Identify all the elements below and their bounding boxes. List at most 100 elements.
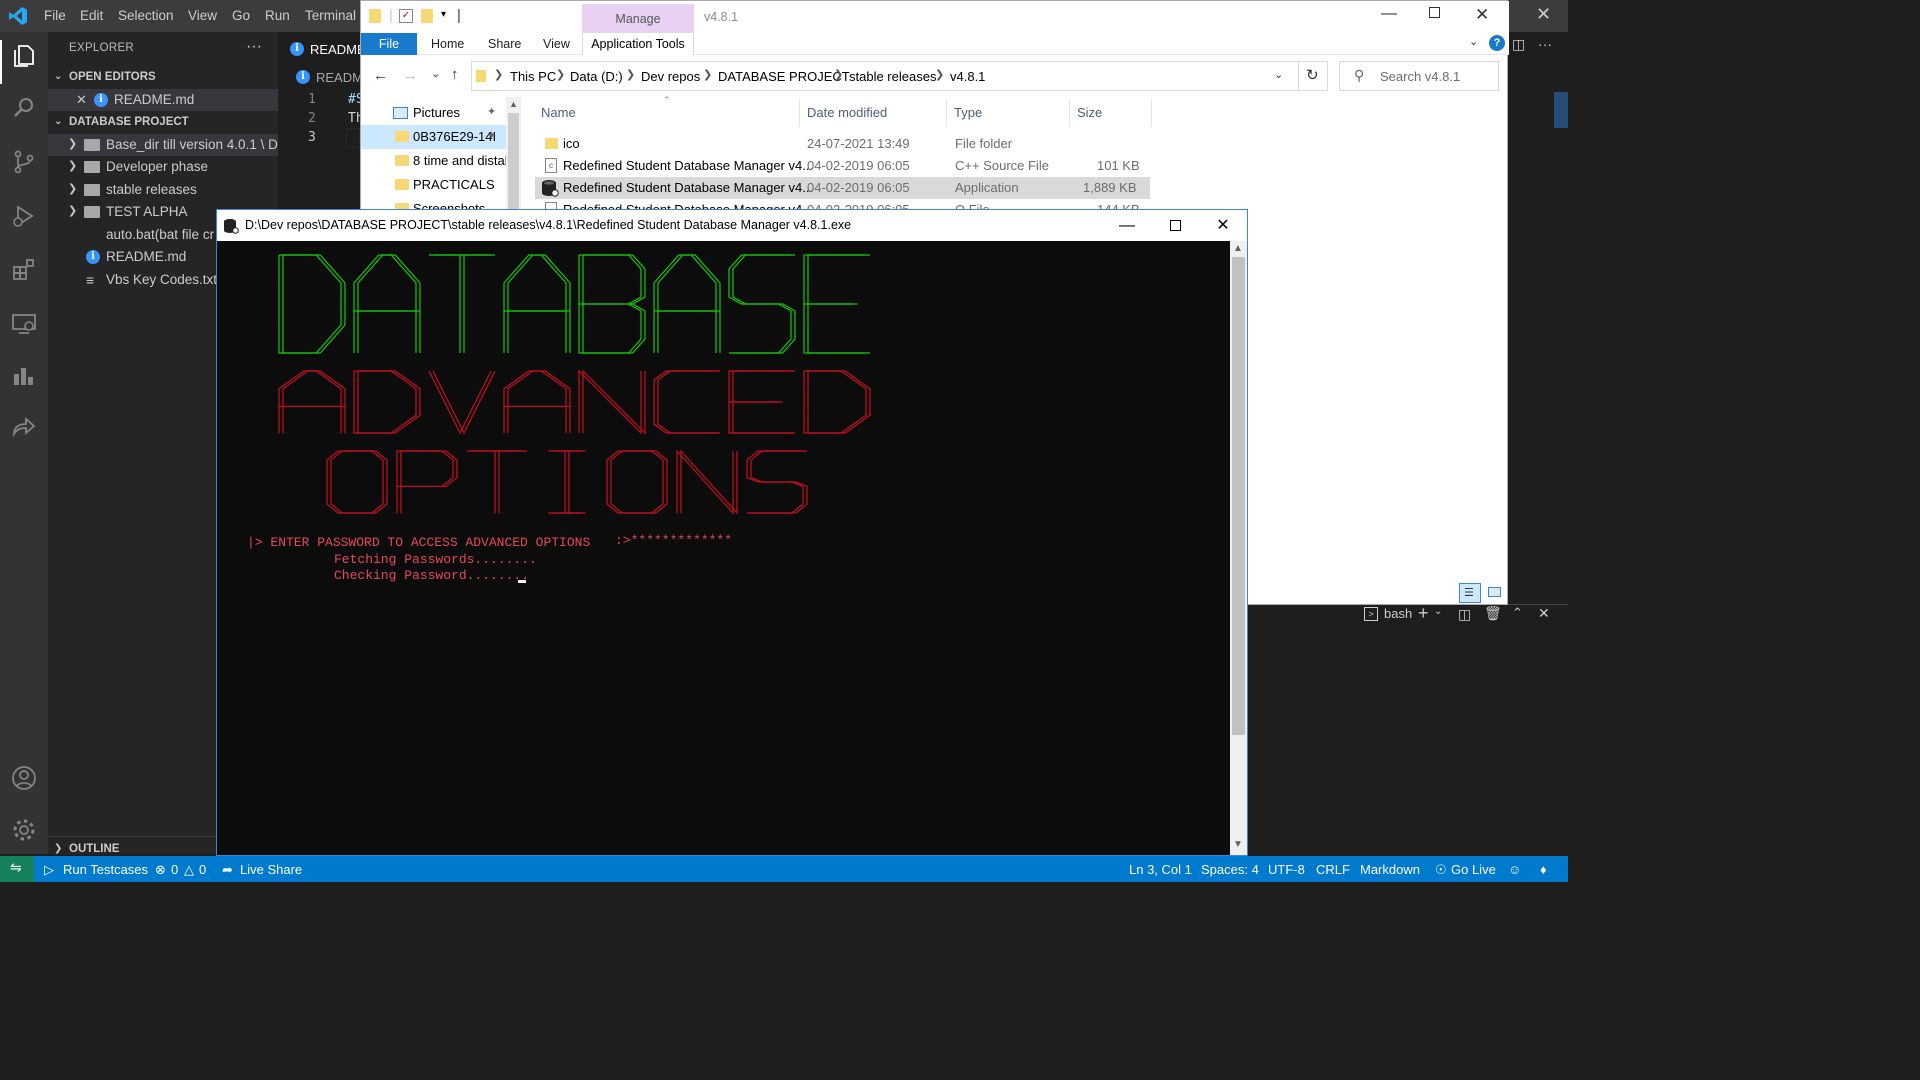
language-mode[interactable]: Markdown [1360, 862, 1420, 877]
file-row-ico[interactable]: ico 24-07-2021 13:49 File folder [535, 133, 1150, 155]
open-editors-section[interactable]: ⌄ OPEN EDITORS [48, 67, 278, 89]
nav-item-0b376e29[interactable]: 0B376E29-14I ✦ [361, 125, 507, 149]
maximize-icon[interactable] [1151, 210, 1199, 241]
nav-item-pictures[interactable]: Pictures ✦ [361, 101, 507, 125]
new-folder-icon[interactable] [421, 9, 433, 23]
search-box[interactable]: ⚲ Search v4.8.1 [1339, 61, 1499, 91]
minimap-slider[interactable] [1554, 92, 1568, 128]
scrollbar-thumb[interactable] [508, 113, 519, 217]
notifications-bell-icon[interactable]: ♦ [1540, 862, 1547, 877]
scroll-up-icon[interactable]: ▲ [1233, 243, 1243, 254]
column-header-size[interactable]: Size [1077, 105, 1102, 120]
scrollbar-thumb[interactable] [1232, 257, 1245, 735]
refresh-button[interactable]: ↻ [1298, 61, 1328, 91]
error-count[interactable]: 0 [171, 862, 178, 877]
minimize-icon[interactable]: — [1103, 210, 1151, 241]
remote-indicator[interactable]: ⇋ [0, 856, 34, 882]
breadcrumb-data-d[interactable]: Data (D:) [570, 69, 623, 84]
chevron-down-icon[interactable]: ⌄ [1434, 606, 1442, 617]
breadcrumb-this-pc[interactable]: This PC [510, 69, 556, 84]
live-share-icon[interactable] [10, 414, 38, 442]
column-header-name[interactable]: Name [541, 105, 576, 120]
column-divider[interactable] [799, 99, 800, 127]
remote-explorer-icon[interactable] [10, 310, 38, 338]
column-divider[interactable] [1069, 99, 1070, 127]
console-scrollbar[interactable]: ▲ ▼ [1230, 241, 1247, 855]
close-icon[interactable]: ✕ [1199, 210, 1247, 241]
address-bar[interactable]: ❯ This PC ❯ Data (D:) ❯ Dev repos ❯ DATA… [471, 61, 1328, 91]
address-dropdown-icon[interactable]: ⌄ [1274, 68, 1283, 81]
extensions-icon[interactable] [10, 256, 38, 284]
warning-count[interactable]: 0 [199, 862, 206, 877]
tree-folder-stable-releases[interactable]: ❯ stable releases [48, 179, 278, 201]
breadcrumb-v4-8-1[interactable]: v4.8.1 [950, 69, 985, 84]
chevron-right-icon[interactable]: ❯ [626, 68, 635, 81]
chevron-right-icon[interactable]: ❯ [834, 68, 843, 81]
menu-edit[interactable]: Edit [80, 8, 103, 23]
up-arrow-icon[interactable]: ↑ [451, 66, 459, 83]
password-input[interactable]: :>************* [615, 533, 732, 548]
menu-view[interactable]: View [188, 8, 217, 23]
close-icon[interactable]: ✕ [76, 92, 87, 108]
nav-item-practicals[interactable]: PRACTICALS [361, 173, 507, 197]
open-editor-readme[interactable]: ✕ i README.md [48, 89, 278, 111]
ribbon-tab-home[interactable]: Home [431, 37, 464, 51]
line-ending[interactable]: CRLF [1316, 862, 1350, 877]
maximize-panel-icon[interactable]: ⌃ [1512, 605, 1523, 621]
nav-scrollbar[interactable]: ▲ [506, 97, 521, 217]
encoding[interactable]: UTF-8 [1268, 862, 1305, 877]
close-panel-icon[interactable]: ✕ [1538, 605, 1550, 622]
expand-ribbon-icon[interactable]: ⌄ [1469, 35, 1478, 48]
ribbon-tab-application-tools[interactable]: Application Tools [582, 33, 694, 55]
live-share-button[interactable]: Live Share [240, 862, 302, 877]
column-divider[interactable] [946, 99, 947, 127]
menu-terminal[interactable]: Terminal [305, 8, 356, 23]
ribbon-tab-share[interactable]: Share [488, 37, 521, 51]
properties-icon[interactable]: ✓ [399, 9, 413, 23]
settings-gear-icon[interactable] [10, 816, 38, 844]
more-actions-icon[interactable]: ··· [1538, 36, 1552, 52]
recent-locations-icon[interactable]: ⌄ [431, 67, 440, 80]
menu-file[interactable]: File [44, 8, 66, 23]
cursor-position[interactable]: Ln 3, Col 1 [1129, 862, 1192, 877]
pin-icon[interactable]: ✦ [487, 129, 496, 142]
search-icon[interactable] [10, 94, 38, 122]
tree-folder-base-dir[interactable]: ❯ Base_dir till version 4.0.1 \ D... [48, 134, 278, 156]
back-arrow-icon[interactable]: ← [373, 67, 388, 84]
chevron-right-icon[interactable]: ❯ [935, 68, 944, 81]
project-section[interactable]: ⌄ DATABASE PROJECT [48, 112, 278, 134]
column-header-type[interactable]: Type [954, 105, 982, 120]
source-control-icon[interactable] [10, 148, 38, 176]
menu-go[interactable]: Go [232, 8, 250, 23]
menu-run[interactable]: Run [265, 8, 290, 23]
minimize-icon[interactable]: — [1381, 5, 1397, 23]
editor-tab-readme[interactable]: i README [278, 32, 366, 67]
scroll-down-icon[interactable]: ▼ [1233, 839, 1243, 850]
breadcrumb-dev-repos[interactable]: Dev repos [641, 69, 700, 84]
customize-qat-icon[interactable]: ▾ [441, 9, 446, 20]
close-icon[interactable]: ✕ [1475, 5, 1489, 25]
chevron-right-icon[interactable]: ❯ [494, 68, 503, 81]
run-debug-icon[interactable] [10, 202, 38, 230]
breadcrumb-database-project[interactable]: DATABASE PROJECT [718, 69, 850, 84]
maximize-icon[interactable] [1429, 7, 1440, 18]
split-terminal-icon[interactable]: ◫ [1458, 606, 1471, 623]
accounts-icon[interactable] [10, 764, 38, 792]
chevron-right-icon[interactable]: ❯ [556, 68, 565, 81]
trash-icon[interactable]: 🗑 [1484, 605, 1502, 622]
ribbon-tab-file[interactable]: File [361, 33, 417, 55]
terminal-shell-label[interactable]: bash [1384, 606, 1412, 621]
help-icon[interactable]: ? [1489, 35, 1505, 51]
menu-selection[interactable]: Selection [118, 8, 174, 23]
chevron-right-icon[interactable]: ❯ [703, 68, 712, 81]
stats-chart-icon[interactable] [10, 362, 38, 390]
details-view-button[interactable]: ☰ [1459, 583, 1481, 603]
nav-item-8-time[interactable]: 8 time and distal [361, 149, 507, 173]
scroll-up-icon[interactable]: ▲ [509, 99, 518, 109]
large-icons-view-button[interactable] [1485, 583, 1505, 603]
new-terminal-icon[interactable]: + [1418, 603, 1429, 624]
file-row-exe[interactable]: Redefined Student Database Manager v4...… [535, 177, 1150, 199]
ribbon-tab-view[interactable]: View [543, 37, 570, 51]
breadcrumb-stable-releases[interactable]: stable releases [849, 69, 936, 84]
manage-context-tab[interactable]: Manage [582, 4, 694, 33]
